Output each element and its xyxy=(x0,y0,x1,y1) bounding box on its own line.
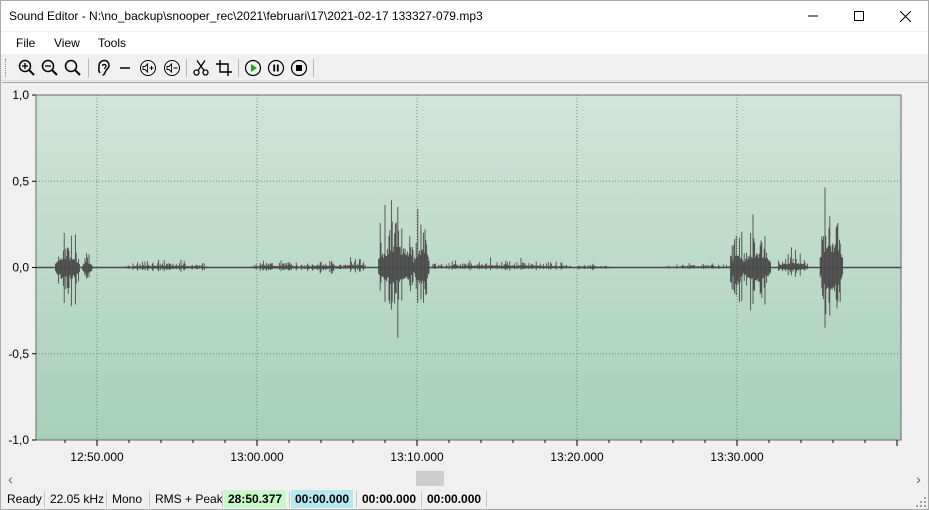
toolbar xyxy=(1,55,928,81)
zoom-out-icon xyxy=(41,59,58,76)
crop-icon xyxy=(216,60,232,76)
pause-button[interactable] xyxy=(266,58,286,78)
y-tick-label: -1,0 xyxy=(8,433,29,447)
x-tick-label: 13:20.000 xyxy=(550,450,604,464)
cut-button[interactable] xyxy=(191,58,211,78)
menu-tools[interactable]: Tools xyxy=(98,36,126,50)
y-tick-label: 1,0 xyxy=(12,88,29,102)
zoom-fit-icon xyxy=(64,59,81,76)
listen-button[interactable] xyxy=(93,58,113,78)
scroll-thumb[interactable] xyxy=(415,471,444,486)
y-tick-label: -0,5 xyxy=(8,347,29,361)
x-tick-label: 12:50.000 xyxy=(70,450,124,464)
toolbar-separator xyxy=(88,59,89,77)
toolbar-grip[interactable] xyxy=(5,59,8,77)
status-separator xyxy=(486,491,487,507)
scroll-right-button[interactable]: › xyxy=(910,471,927,486)
sound-editor-window: Sound Editor - N:\no_backup\snooper_rec\… xyxy=(0,0,929,510)
status-selection-length: 00:00.000 xyxy=(427,492,482,506)
toolbar-separator xyxy=(313,59,314,77)
chevron-left-icon: ‹ xyxy=(8,470,13,487)
y-tick-label: 0,0 xyxy=(12,261,29,275)
y-tick-label: 0,5 xyxy=(12,174,29,188)
menu-bar: File View Tools xyxy=(1,32,928,54)
zoom-out-button[interactable] xyxy=(40,58,60,78)
x-tick-label: 13:30.000 xyxy=(710,450,764,464)
window-title: Sound Editor - N:\no_backup\snooper_rec\… xyxy=(9,9,483,23)
maximize-icon xyxy=(854,11,864,21)
toolbar-separator xyxy=(238,59,239,77)
maximize-button[interactable] xyxy=(836,1,882,31)
volume-up-button[interactable] xyxy=(138,58,158,78)
status-separator xyxy=(356,491,357,507)
status-bar: Ready 22.05 kHz Mono RMS + Peak 28:50.37… xyxy=(1,488,928,509)
play-icon xyxy=(244,59,262,77)
scroll-left-button[interactable]: ‹ xyxy=(2,471,19,486)
volume-up-icon xyxy=(140,60,156,76)
volume-down-icon xyxy=(164,60,180,76)
scissors-icon xyxy=(193,60,209,76)
minus-icon xyxy=(120,67,130,69)
waveform-panel[interactable]: 1,0 0,5 0,0 -0,5 -1,0 12:50.000 13:00.000 13:1… xyxy=(2,82,928,471)
status-separator xyxy=(149,491,150,507)
volume-down-button[interactable] xyxy=(162,58,182,78)
status-separator xyxy=(289,491,290,507)
chevron-right-icon: › xyxy=(916,470,921,487)
ear-icon xyxy=(98,59,110,76)
status-mode: RMS + Peak xyxy=(155,492,223,506)
status-time-total: 28:50.377 xyxy=(224,490,287,508)
play-button[interactable] xyxy=(243,58,263,78)
status-separator xyxy=(44,491,45,507)
resize-grip-icon[interactable] xyxy=(916,497,926,507)
status-separator xyxy=(222,491,223,507)
close-button[interactable] xyxy=(882,1,928,31)
zoom-fit-button[interactable] xyxy=(63,58,83,78)
minimize-icon xyxy=(808,15,818,17)
title-bar: Sound Editor - N:\no_backup\snooper_rec\… xyxy=(1,1,928,31)
minimize-button[interactable] xyxy=(790,1,836,31)
zoom-in-icon xyxy=(18,59,35,76)
close-icon xyxy=(899,10,911,22)
x-tick-label: 13:10.000 xyxy=(390,450,444,464)
menu-view[interactable]: View xyxy=(54,36,80,50)
zoom-in-button[interactable] xyxy=(17,58,37,78)
waveform-chart[interactable]: 1,0 0,5 0,0 -0,5 -1,0 12:50.000 13:00.000 13:1… xyxy=(2,83,928,470)
stop-button[interactable] xyxy=(289,58,309,78)
toolbar-separator xyxy=(186,59,187,77)
crop-button[interactable] xyxy=(214,58,234,78)
stop-icon xyxy=(290,59,308,77)
silence-button[interactable] xyxy=(115,58,135,78)
x-tick-label: 13:00.000 xyxy=(230,450,284,464)
status-channels: Mono xyxy=(112,492,143,506)
menu-file[interactable]: File xyxy=(16,36,35,50)
status-state: Ready xyxy=(7,492,42,506)
pause-icon xyxy=(267,59,285,77)
status-selection-start: 00:00.000 xyxy=(362,492,417,506)
status-separator xyxy=(106,491,107,507)
status-separator xyxy=(421,491,422,507)
horizontal-scrollbar[interactable]: ‹ › xyxy=(2,470,928,487)
status-time-cursor: 00:00.000 xyxy=(291,490,354,508)
status-sample-rate: 22.05 kHz xyxy=(50,492,105,506)
